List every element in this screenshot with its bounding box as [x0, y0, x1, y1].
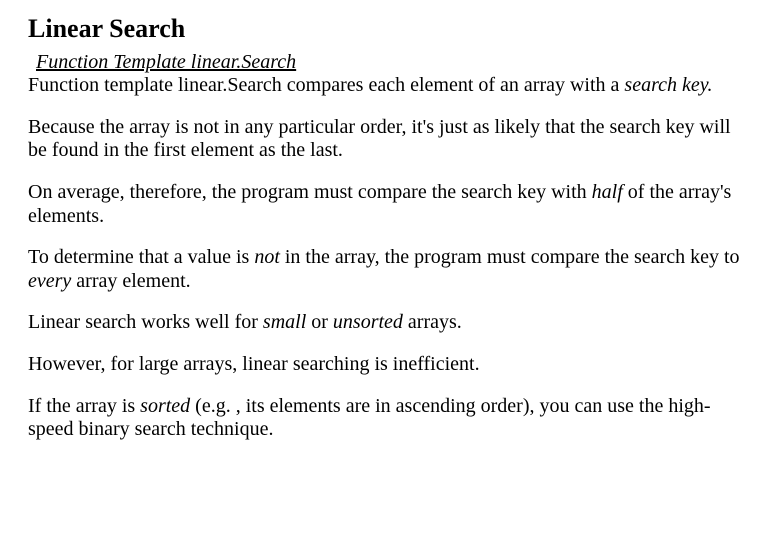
text: Function template linear.Search compares… — [28, 74, 624, 96]
paragraph-intro: Function template linear.Search compares… — [28, 74, 752, 98]
text: or — [306, 311, 333, 333]
paragraph: Because the array is not in any particul… — [28, 116, 752, 163]
text-italic: every — [28, 270, 71, 292]
text-italic: not — [254, 246, 280, 268]
text: To determine that a value is — [28, 246, 254, 268]
paragraph: However, for large arrays, linear search… — [28, 353, 752, 377]
text-italic: half — [592, 181, 623, 203]
text: array element. — [71, 270, 190, 292]
paragraph: If the array is sorted (e.g. , its eleme… — [28, 395, 752, 442]
text-italic: search key. — [624, 74, 712, 96]
paragraph: On average, therefore, the program must … — [28, 181, 752, 228]
text: Linear search works well for — [28, 311, 263, 333]
text-italic: small — [263, 311, 306, 333]
text-italic: sorted — [140, 395, 190, 417]
text: in the array, the program must compare t… — [280, 246, 740, 268]
paragraph: To determine that a value is not in the … — [28, 246, 752, 293]
subheading: Function Template linear.Search — [36, 51, 752, 75]
text: arrays. — [403, 311, 462, 333]
paragraph: Linear search works well for small or un… — [28, 311, 752, 335]
page-title: Linear Search — [28, 14, 752, 45]
text: On average, therefore, the program must … — [28, 181, 592, 203]
text: If the array is — [28, 395, 140, 417]
text-italic: unsorted — [333, 311, 403, 333]
